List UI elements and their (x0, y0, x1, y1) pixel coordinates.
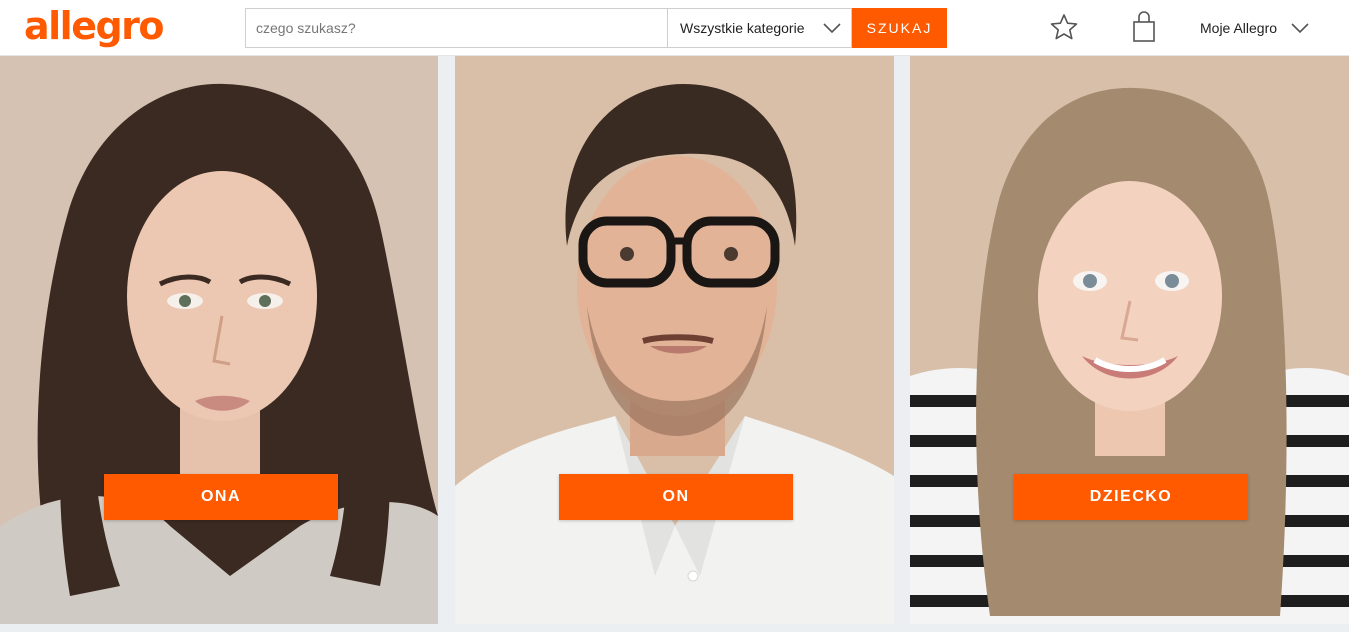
search-bar: Wszystkie kategorie SZUKAJ (245, 8, 947, 48)
star-icon (1050, 14, 1078, 40)
my-allegro-label: Moje Allegro (1200, 20, 1278, 36)
tile-on-label: ON (662, 488, 690, 505)
tile-dziecko[interactable]: DZIECKO (910, 56, 1349, 624)
tile-dziecko-label: DZIECKO (1089, 488, 1173, 505)
shopping-bag-icon (1133, 11, 1155, 42)
search-button[interactable]: SZUKAJ (852, 8, 947, 48)
child-portrait (910, 56, 1349, 624)
category-select-label: Wszystkie kategorie (680, 20, 805, 36)
tile-ona[interactable]: ONA (0, 56, 438, 624)
tile-on[interactable]: ON (455, 56, 894, 624)
logo-text: allegro (24, 4, 165, 48)
allegro-logo[interactable]: allegro (24, 4, 165, 48)
search-input[interactable] (245, 8, 667, 48)
chevron-down-icon (1291, 23, 1309, 34)
cart-button[interactable] (1131, 11, 1157, 48)
woman-portrait (0, 56, 438, 624)
favorites-button[interactable] (1049, 12, 1079, 47)
man-portrait (455, 56, 894, 624)
category-select[interactable]: Wszystkie kategorie (667, 8, 852, 48)
tile-dziecko-button[interactable]: DZIECKO (1014, 474, 1248, 520)
chevron-down-icon (823, 23, 841, 34)
tile-ona-label: ONA (200, 488, 242, 505)
top-header: allegro Wszystkie kategorie SZUKAJ Moje … (0, 0, 1349, 56)
my-allegro-menu[interactable]: Moje Allegro (1200, 14, 1309, 42)
tile-on-button[interactable]: ON (559, 474, 793, 520)
tile-ona-button[interactable]: ONA (104, 474, 338, 520)
